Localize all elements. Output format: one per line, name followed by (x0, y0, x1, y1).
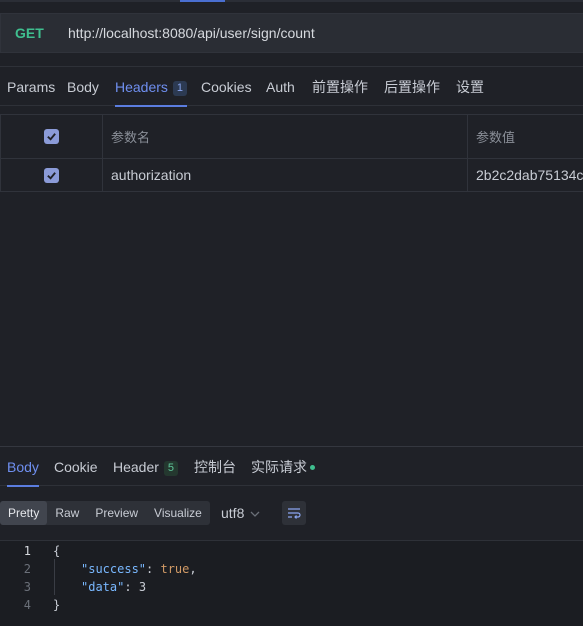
tab-params[interactable]: Params (7, 67, 55, 107)
row-enabled-checkbox[interactable] (44, 167, 59, 183)
json-field: "success": true, (81, 562, 197, 576)
tab-label: Header (113, 459, 159, 475)
response-body-editor[interactable]: 1 { 2 "success": true, 3 "data": 3 4 } (0, 540, 583, 626)
tab-response-cookie[interactable]: Cookie (54, 447, 98, 487)
json-comma: , (189, 562, 197, 576)
view-mode-raw[interactable]: Raw (47, 501, 87, 525)
tab-label: 设置 (456, 79, 484, 95)
url-bar: GET http://localhost:8080/api/user/sign/… (0, 13, 583, 53)
tab-label: 前置操作 (312, 79, 368, 95)
line-number: 2 (23, 562, 31, 576)
tab-settings[interactable]: 设置 (456, 67, 484, 107)
json-value: 3 (138, 580, 147, 594)
json-close-brace: } (53, 598, 61, 612)
line-number: 4 (23, 598, 31, 612)
headers-table: 参数名 参数值 authorization 2b2c2dab75134c (0, 114, 583, 192)
tab-label: Body (7, 459, 39, 475)
json-field: "data": 3 (81, 580, 147, 594)
tab-label: Cookies (201, 79, 252, 95)
tab-label: Headers (115, 79, 168, 95)
chevron-down-icon (250, 503, 260, 527)
word-wrap-button[interactable] (282, 501, 306, 525)
tab-label: 实际请求 (251, 459, 307, 475)
header-value-field[interactable]: 2b2c2dab75134c (468, 159, 583, 191)
select-all-cell (1, 115, 103, 158)
table-header-row: 参数名 参数值 (0, 114, 583, 159)
status-dot (310, 465, 315, 470)
tab-post-operations[interactable]: 后置操作 (384, 67, 440, 107)
tab-auth[interactable]: Auth (266, 67, 295, 107)
tab-console[interactable]: 控制台 (194, 447, 236, 487)
tab-body[interactable]: Body (67, 67, 99, 107)
tab-pre-operations[interactable]: 前置操作 (312, 67, 368, 107)
tab-response-header[interactable]: Header 5 (113, 447, 178, 487)
line-number: 1 (23, 544, 31, 558)
select-all-checkbox[interactable] (44, 129, 59, 144)
column-header-value: 参数值 (476, 130, 516, 145)
view-mode-pretty[interactable]: Pretty (0, 501, 48, 525)
view-mode-visualize[interactable]: Visualize (146, 501, 210, 525)
json-open-brace: { (53, 544, 61, 558)
tab-label: Cookie (54, 459, 98, 475)
response-tabs: Body Cookie Header 5 控制台 实际请求 (0, 446, 583, 487)
method-selector[interactable]: GET (15, 25, 68, 41)
active-tab-indicator (180, 0, 225, 2)
word-wrap-icon (288, 508, 301, 519)
column-header-name: 参数名 (103, 115, 468, 158)
tab-label: Body (67, 79, 99, 95)
json-value: true (160, 562, 190, 576)
view-mode-preview[interactable]: Preview (87, 501, 146, 525)
tab-label: Auth (266, 79, 295, 95)
url-input[interactable]: http://localhost:8080/api/user/sign/coun… (68, 25, 315, 41)
tab-label: 控制台 (194, 459, 236, 475)
tab-actual-request[interactable]: 实际请求 (251, 447, 315, 487)
json-key: "data" (81, 580, 125, 594)
tab-headers[interactable]: Headers 1 (115, 67, 187, 107)
tab-label: Params (7, 79, 56, 95)
line-number: 3 (23, 580, 31, 594)
request-tabs: Params Body Headers 1 Cookies Auth 前置操作 后… (0, 66, 583, 107)
code-line: 1 { (0, 542, 583, 560)
code-line: 2 "success": true, (0, 560, 583, 578)
code-line: 4 } (0, 596, 583, 614)
headers-count-badge: 1 (172, 81, 187, 96)
view-mode-switcher: Pretty Raw Preview Visualize (0, 501, 210, 525)
json-key: "success" (81, 562, 147, 576)
code-line: 3 "data": 3 (0, 578, 583, 596)
check-icon (47, 171, 56, 180)
table-row: authorization 2b2c2dab75134c (0, 159, 583, 192)
top-tab-strip (0, 0, 583, 2)
header-name-field[interactable]: authorization (103, 159, 468, 191)
check-icon (47, 133, 56, 141)
tab-label: 后置操作 (384, 79, 440, 95)
tab-response-body[interactable]: Body (7, 447, 39, 487)
encoding-value: utf8 (221, 505, 245, 521)
encoding-select[interactable]: utf8 (221, 501, 260, 525)
row-check-cell (1, 159, 103, 191)
response-header-count-badge: 5 (163, 461, 178, 476)
tab-cookies[interactable]: Cookies (201, 67, 252, 107)
